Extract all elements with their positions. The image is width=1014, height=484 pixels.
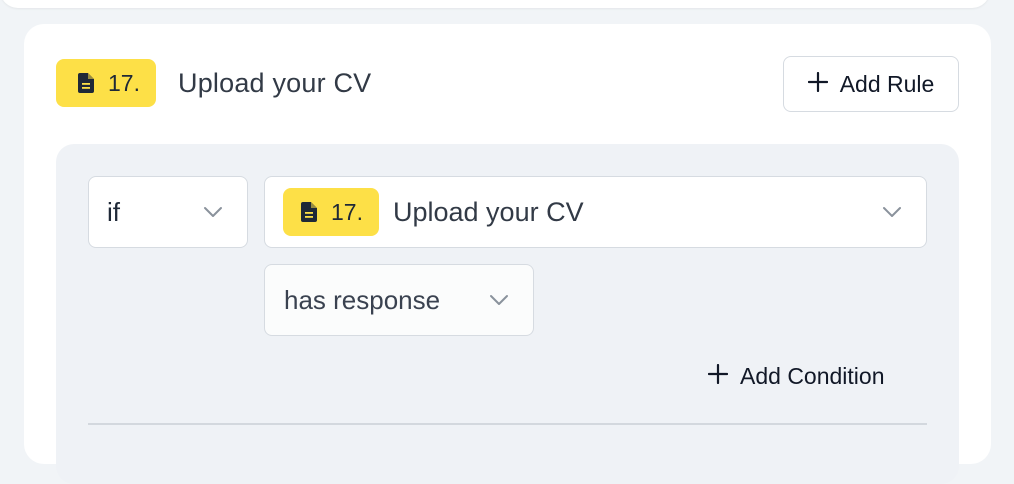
add-condition-label: Add Condition bbox=[740, 363, 885, 389]
plus-icon bbox=[807, 71, 828, 98]
question-number: 17. bbox=[108, 69, 140, 96]
condition-select[interactable]: has response bbox=[264, 264, 534, 336]
question-select-number: 17. bbox=[331, 198, 363, 225]
operator-value: if bbox=[107, 196, 120, 227]
question-select-title: Upload your CV bbox=[392, 196, 584, 227]
document-icon bbox=[301, 202, 317, 222]
question-select[interactable]: 17. Upload your CV bbox=[264, 176, 927, 248]
question-card: 17. Upload your CV Add Rule if 17. Uploa… bbox=[24, 24, 991, 484]
question-title: Upload your CV bbox=[178, 68, 372, 98]
document-icon bbox=[78, 73, 94, 93]
chevron-down-icon bbox=[489, 294, 509, 306]
rule-panel: if 17. Upload your CV has response Add C… bbox=[56, 144, 959, 484]
plus-icon bbox=[707, 363, 729, 390]
operator-select[interactable]: if bbox=[88, 176, 248, 248]
chevron-down-icon bbox=[882, 206, 902, 218]
add-condition-button[interactable]: Add Condition bbox=[707, 363, 885, 390]
condition-value: has response bbox=[284, 284, 441, 315]
divider bbox=[88, 423, 927, 425]
add-rule-label: Add Rule bbox=[839, 70, 935, 97]
chevron-down-icon bbox=[203, 206, 223, 218]
previous-question-card bbox=[0, 0, 990, 8]
add-rule-button[interactable]: Add Rule bbox=[783, 56, 959, 112]
question-select-badge: 17. bbox=[283, 188, 379, 236]
question-number-badge: 17. bbox=[56, 59, 156, 107]
